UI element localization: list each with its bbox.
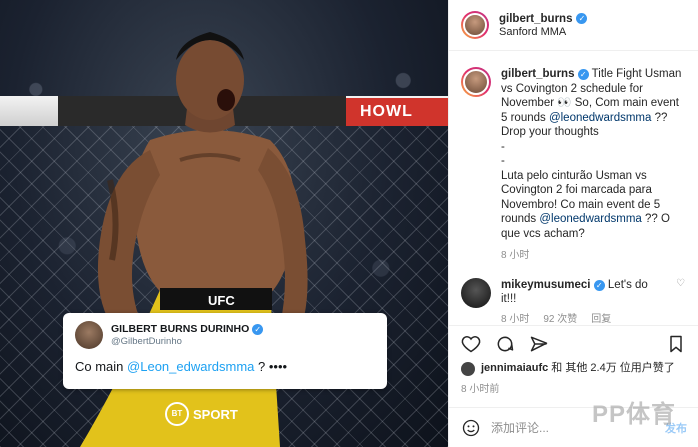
commenter-username[interactable]: mikeymusumeci (501, 279, 591, 291)
tweet-text-prefix: Co main (75, 359, 128, 374)
liker-username[interactable]: jennimaiaufc (481, 362, 548, 374)
comment-meta: 8 小时 92 次赞 回复 (501, 313, 666, 326)
tweet-mention: @Leon_edwardsmma (127, 359, 255, 374)
sport-logo-text: SPORT (193, 406, 238, 422)
caption-line-dash-1: - (501, 140, 505, 153)
caption-body: gilbert_burns ✓ Title Fight Usman vs Cov… (501, 67, 686, 264)
embedded-tweet-card: GILBERT BURNS DURINHO ✓ @GilbertDurinho … (63, 313, 387, 389)
heart-icon[interactable] (461, 334, 481, 354)
post-timestamp: 8 小时前 (461, 384, 500, 395)
share-icon[interactable] (529, 334, 549, 354)
caption-portuguese: Luta pelo cinturão Usman vs Covington 2 … (501, 169, 686, 242)
bt-badge: BT (165, 402, 189, 426)
post-header: gilbert_burns ✓ Sanford MMA (449, 0, 698, 51)
comment-item: mikeymusumeci ✓ Let's do it!!! 8 小时 92 次… (461, 277, 686, 326)
tweet-author-name: GILBERT BURNS DURINHO (111, 323, 250, 335)
bt-sport-logo: BT SPORT (165, 402, 238, 426)
likes-summary: jennimaiaufc 和 其他 2.4万 位用户赞了 (449, 361, 698, 376)
comment-time: 8 小时 (501, 313, 530, 325)
bookmark-icon[interactable] (666, 334, 686, 354)
comment-icon[interactable] (495, 334, 515, 354)
verified-badge-icon: ✓ (576, 13, 588, 24)
tweet-text-suffix: ? •••• (254, 359, 288, 374)
watermark-logo: PP体育 (591, 401, 676, 428)
post-side-panel: gilbert_burns ✓ Sanford MMA gilbert_burn… (448, 0, 698, 447)
caption-mention-2[interactable]: @leonedwardsmma (539, 213, 641, 225)
tweet-avatar (75, 321, 103, 349)
comment-reply[interactable]: 回复 (591, 313, 611, 326)
liker-avatar[interactable] (461, 362, 475, 376)
caption-time: 8 小时 (501, 250, 530, 261)
caption-username[interactable]: gilbert_burns (501, 68, 574, 80)
comments-list[interactable]: gilbert_burns ✓ Title Fight Usman vs Cov… (449, 51, 698, 325)
verified-badge-icon: ✓ (252, 323, 264, 335)
caption-mention-1[interactable]: @leonedwardsmma (549, 112, 651, 124)
verified-badge-icon: ✓ (577, 69, 589, 80)
caption-line-dash-2: - (501, 155, 505, 167)
comment-body: mikeymusumeci ✓ Let's do it!!! 8 小时 92 次… (501, 278, 666, 326)
author-username[interactable]: gilbert_burns (499, 13, 572, 25)
comment-like-heart-icon[interactable]: ♡ (676, 278, 686, 326)
svg-text:UFC: UFC (208, 293, 235, 308)
comment-likes[interactable]: 92 次赞 (543, 313, 577, 326)
post-photo[interactable]: HOWL UFC GILBERT BURNS DURINHO ✓ @Gilber… (0, 0, 448, 447)
likes-count-text[interactable]: 和 其他 2.4万 位用户赞了 (548, 362, 674, 374)
caption-avatar[interactable] (461, 67, 491, 97)
tweet-handle: @GilbertDurinho (111, 336, 182, 347)
verified-badge-icon: ✓ (593, 279, 605, 291)
author-avatar[interactable] (461, 11, 489, 39)
emoji-icon[interactable] (461, 418, 481, 438)
commenter-avatar[interactable] (461, 277, 491, 308)
caption-comment: gilbert_burns ✓ Title Fight Usman vs Cov… (461, 67, 686, 264)
tweet-text: Co main @Leon_edwardsmma ? •••• (75, 359, 375, 374)
post-location[interactable]: Sanford MMA (499, 26, 587, 38)
action-bar (449, 325, 698, 361)
